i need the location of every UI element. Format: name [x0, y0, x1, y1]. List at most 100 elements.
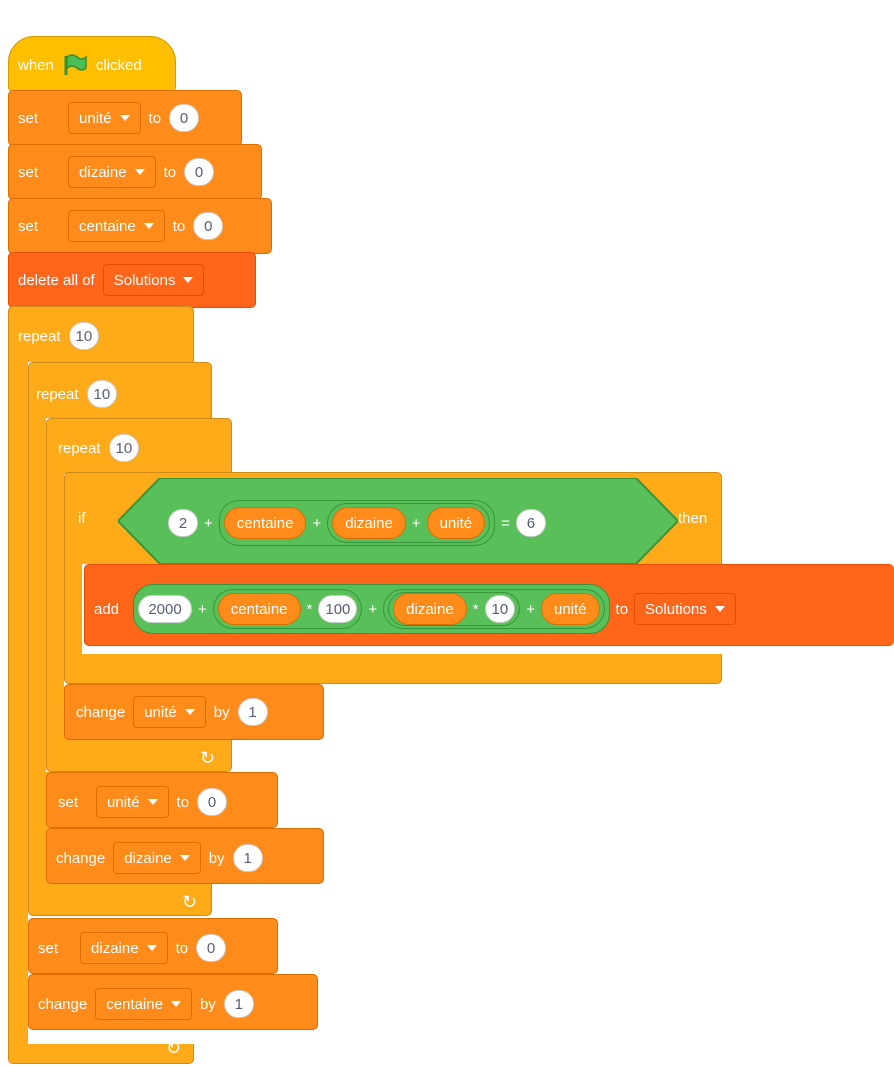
- set-label: set: [38, 939, 59, 957]
- plus-operator-reporter[interactable]: centaine + dizaine + unité: [218, 500, 496, 546]
- plus-operator-reporter[interactable]: dizaine + unité: [327, 503, 491, 543]
- change-centaine-row: change centaine by 1: [38, 988, 254, 1020]
- repeat-count-input[interactable]: 10: [86, 380, 118, 408]
- times-operator-reporter[interactable]: centaine * 100: [212, 589, 363, 629]
- set-label: set: [18, 109, 39, 127]
- variable-name: dizaine: [91, 939, 139, 957]
- value-input[interactable]: 1: [232, 844, 263, 872]
- then-label: then: [678, 510, 708, 527]
- centaine-reporter[interactable]: centaine: [223, 507, 307, 539]
- set-unite-row-2: set unité to 0: [58, 786, 228, 818]
- plus-operator-reporter[interactable]: 2000 + centaine * 100 + dizaine * 10 + u…: [133, 584, 610, 634]
- unite-reporter[interactable]: unité: [541, 593, 600, 625]
- variable-name: dizaine: [79, 163, 127, 181]
- plus-label: +: [411, 514, 421, 532]
- dizaine-reporter[interactable]: dizaine: [393, 593, 467, 625]
- to-label: to: [176, 793, 190, 811]
- list-name: Solutions: [113, 271, 176, 289]
- to-label: to: [163, 163, 177, 181]
- repeat-label: repeat: [58, 439, 101, 457]
- repeat-outer-row: repeat 10: [18, 322, 100, 350]
- caret-down-icon: [146, 945, 157, 951]
- number-input[interactable]: 100: [318, 595, 358, 623]
- variable-name: centaine: [106, 995, 163, 1013]
- to-label: to: [175, 939, 189, 957]
- set-centaine-row: set centaine to 0: [18, 210, 224, 242]
- add-to-list-row: add 2000 + centaine * 100 + dizaine * 10…: [94, 584, 736, 634]
- unite-reporter[interactable]: unité: [426, 507, 486, 539]
- variable-dropdown[interactable]: centaine: [68, 210, 165, 242]
- caret-down-icon: [134, 169, 145, 175]
- variable-dropdown[interactable]: dizaine: [113, 842, 201, 874]
- set-label: set: [58, 793, 79, 811]
- variable-dropdown[interactable]: unité: [68, 102, 141, 134]
- list-dropdown[interactable]: Solutions: [102, 264, 205, 296]
- change-label: change: [76, 703, 126, 721]
- change-unite-row: change unité by 1: [76, 696, 268, 728]
- to-label: to: [172, 217, 186, 235]
- caret-down-icon: [183, 277, 194, 283]
- plus-label: +: [198, 600, 207, 618]
- to-label: to: [615, 600, 629, 618]
- set-label: set: [18, 217, 39, 235]
- equals-label: =: [501, 514, 510, 532]
- set-dizaine-row-2: set dizaine to 0: [38, 932, 227, 964]
- times-operator-reporter[interactable]: dizaine * 10: [388, 592, 521, 626]
- value-input[interactable]: 0: [169, 104, 200, 132]
- list-name: Solutions: [645, 600, 707, 618]
- equals-condition-row: 2 + centaine + dizaine + unité = 6: [168, 500, 546, 546]
- number-input[interactable]: 2: [168, 509, 198, 537]
- value-input[interactable]: 0: [193, 212, 224, 240]
- change-label: change: [38, 995, 88, 1013]
- variable-dropdown[interactable]: centaine: [95, 988, 192, 1020]
- caret-down-icon: [147, 799, 158, 805]
- variable-dropdown[interactable]: unité: [96, 786, 169, 818]
- repeat-middle-row: repeat 10: [36, 380, 118, 408]
- variable-dropdown[interactable]: dizaine: [80, 932, 168, 964]
- repeat-count-input[interactable]: 10: [108, 434, 140, 462]
- when-flag-clicked-row: when clicked: [18, 50, 142, 80]
- variable-name: unité: [79, 109, 112, 127]
- set-label: set: [18, 163, 39, 181]
- delete-all-label: delete all of: [18, 271, 95, 289]
- by-label: by: [199, 995, 216, 1013]
- plus-label: +: [526, 600, 535, 618]
- times-label: *: [306, 600, 313, 618]
- value-input[interactable]: 0: [184, 158, 215, 186]
- caret-down-icon: [170, 1001, 181, 1007]
- caret-down-icon: [714, 606, 725, 612]
- by-label: by: [213, 703, 230, 721]
- number-input[interactable]: 10: [484, 595, 516, 623]
- set-unite-row: set unité to 0: [18, 102, 200, 134]
- plus-operator-reporter[interactable]: dizaine * 10 + unité: [383, 589, 605, 629]
- number-input[interactable]: 6: [515, 509, 546, 537]
- number-input[interactable]: 2000: [138, 595, 193, 623]
- value-input[interactable]: 1: [223, 990, 254, 1018]
- variable-name: unité: [144, 703, 177, 721]
- variable-dropdown[interactable]: unité: [133, 696, 206, 728]
- variable-name: unité: [107, 793, 140, 811]
- caret-down-icon: [184, 709, 195, 715]
- loop-arrow-icon: ↻: [166, 1038, 182, 1058]
- dizaine-reporter[interactable]: dizaine: [332, 507, 406, 539]
- repeat-label: repeat: [18, 327, 61, 345]
- variable-dropdown[interactable]: dizaine: [68, 156, 156, 188]
- plus-label: +: [368, 600, 378, 618]
- value-input[interactable]: 1: [237, 698, 268, 726]
- value-input[interactable]: 0: [197, 788, 228, 816]
- then-label-wrap: then: [678, 510, 707, 527]
- repeat-count-input[interactable]: 10: [68, 322, 100, 350]
- change-dizaine-row: change dizaine by 1: [56, 842, 263, 874]
- change-label: change: [56, 849, 106, 867]
- caret-down-icon: [143, 223, 154, 229]
- centaine-reporter[interactable]: centaine: [217, 593, 301, 625]
- delete-all-row: delete all of Solutions: [18, 264, 205, 296]
- repeat-inner-row: repeat 10: [58, 434, 140, 462]
- plus-label: +: [312, 514, 322, 532]
- clicked-label: clicked: [95, 56, 142, 74]
- value-input[interactable]: 0: [196, 934, 227, 962]
- caret-down-icon: [119, 115, 130, 121]
- variable-name: centaine: [79, 217, 136, 235]
- add-label: add: [94, 600, 120, 618]
- list-dropdown[interactable]: Solutions: [634, 593, 736, 625]
